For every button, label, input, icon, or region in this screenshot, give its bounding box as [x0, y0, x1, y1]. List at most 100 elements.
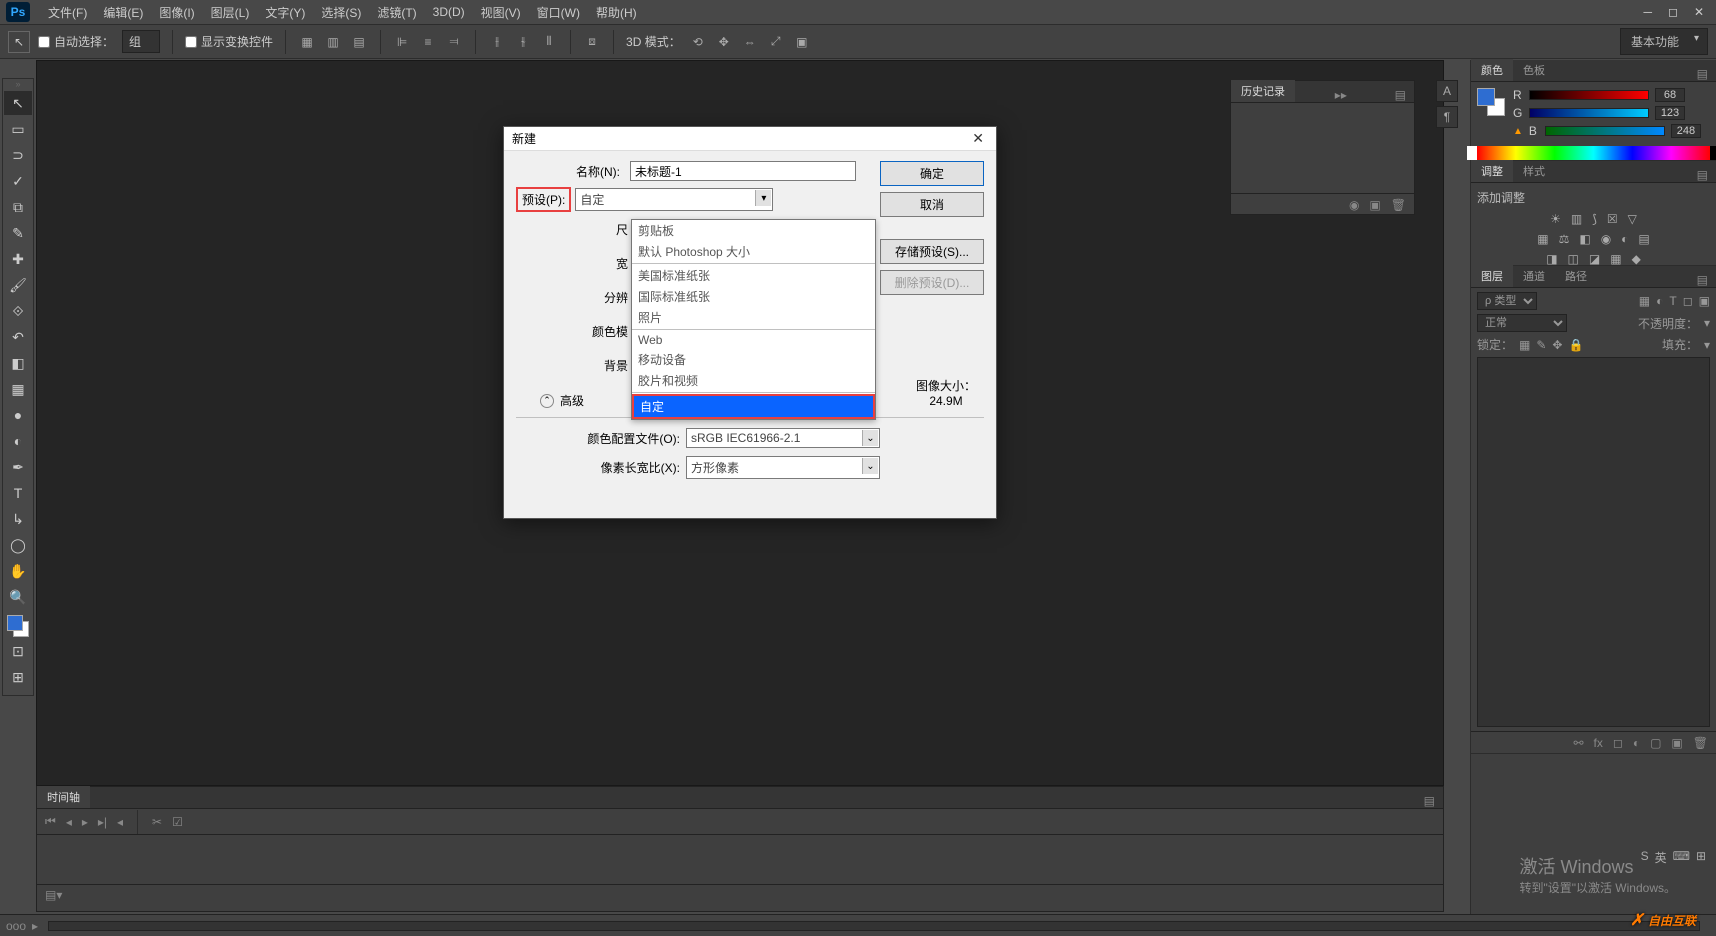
menu-type[interactable]: 文字(Y)	[257, 4, 313, 21]
type-tool[interactable]: T	[4, 481, 32, 505]
heal-tool[interactable]: ✚	[4, 247, 32, 271]
preset-option[interactable]: 移动设备	[632, 349, 875, 370]
align-right-icon[interactable]: ⫤	[445, 33, 463, 51]
last-frame-icon[interactable]: ◂	[117, 815, 123, 829]
color-profile-select[interactable]: sRGB IEC61966-2.1	[686, 428, 880, 448]
foreground-color-swatch[interactable]	[7, 615, 23, 631]
filter-adjust-icon[interactable]: ◐	[1656, 294, 1663, 308]
path-select-tool[interactable]: ↳	[4, 507, 32, 531]
align-left-icon[interactable]: ⊫	[393, 33, 411, 51]
dodge-tool[interactable]: ◐	[4, 429, 32, 453]
preset-option[interactable]: 默认 Photoshop 大小	[632, 241, 875, 262]
tab-styles[interactable]: 样式	[1513, 160, 1555, 182]
camera-3d-icon[interactable]: ▣	[793, 33, 811, 51]
align-icon[interactable]: ▥	[324, 33, 342, 51]
pixel-ratio-select[interactable]: 方形像素	[686, 456, 880, 479]
tab-layers[interactable]: 图层	[1471, 265, 1513, 287]
fill-value[interactable]: ▾	[1704, 338, 1710, 352]
preset-select[interactable]: 自定	[575, 188, 773, 211]
cancel-button[interactable]: 取消	[880, 192, 984, 217]
marquee-tool[interactable]: ▭	[4, 117, 32, 141]
preset-option[interactable]: 美国标准纸张	[632, 265, 875, 286]
distribute-icon[interactable]: ⫳	[514, 33, 532, 51]
preset-option[interactable]: Web	[632, 331, 875, 349]
preset-option[interactable]: 照片	[632, 307, 875, 328]
balance-icon[interactable]: ⚖	[1559, 232, 1570, 246]
menu-3d[interactable]: 3D(D)	[425, 5, 473, 19]
menu-file[interactable]: 文件(F)	[40, 4, 95, 21]
history-brush-tool[interactable]: ↶	[4, 325, 32, 349]
preset-option[interactable]: 胶片和视频	[632, 370, 875, 391]
play-icon[interactable]: ▸	[82, 815, 88, 829]
hue-icon[interactable]: ▦	[1537, 232, 1548, 246]
advanced-toggle-icon[interactable]: ⌃	[540, 394, 554, 408]
brush-tool[interactable]: 🖌	[4, 273, 32, 297]
shape-tool[interactable]: ◯	[4, 533, 32, 557]
filter-type-select[interactable]: ρ 类型	[1477, 292, 1537, 310]
dropdown-arrow-icon[interactable]: ⌄	[862, 430, 878, 446]
tab-channels[interactable]: 通道	[1513, 265, 1555, 287]
selective-color-icon[interactable]: ◆	[1632, 252, 1641, 266]
dropdown-arrow-icon[interactable]: ⌄	[862, 458, 878, 474]
dropdown-arrow-icon[interactable]: ▾	[755, 190, 771, 206]
lasso-tool[interactable]: ⊃	[4, 143, 32, 167]
distribute-icon[interactable]: ⧈	[583, 33, 601, 51]
scrollbar[interactable]	[48, 921, 1700, 931]
auto-select-checkbox[interactable]: 自动选择：	[38, 33, 114, 50]
panel-collapse-icon[interactable]: ▸▸	[1327, 88, 1355, 102]
quick-select-tool[interactable]: ✓	[4, 169, 32, 193]
cut-icon[interactable]: ✂	[152, 815, 162, 829]
pan-3d-icon[interactable]: ✥	[715, 33, 733, 51]
window-restore-icon[interactable]: ◻	[1668, 5, 1678, 19]
zoom-level[interactable]: ooo	[6, 919, 26, 933]
workspace-selector[interactable]: 基本功能	[1620, 28, 1708, 55]
trash-icon[interactable]: 🗑	[1693, 736, 1708, 750]
crop-tool[interactable]: ⧉	[4, 195, 32, 219]
filter-type-icon[interactable]: T	[1669, 294, 1676, 308]
panel-menu-icon[interactable]: ▤	[1416, 794, 1443, 808]
menu-select[interactable]: 选择(S)	[313, 4, 369, 21]
window-minimize-icon[interactable]: ─	[1643, 5, 1652, 19]
distribute-icon[interactable]: ⫴	[540, 33, 558, 51]
panel-menu-icon[interactable]: ▤	[1387, 88, 1414, 102]
next-frame-icon[interactable]: ▸|	[98, 815, 107, 829]
layers-list[interactable]	[1477, 357, 1710, 727]
new-layer-icon[interactable]: ▣	[1671, 736, 1682, 750]
paragraph-dock-icon[interactable]: ¶	[1436, 106, 1458, 128]
quick-mask-icon[interactable]: ⊡	[4, 639, 32, 663]
tab-swatches[interactable]: 色板	[1513, 59, 1555, 81]
posterize-icon[interactable]: ◫	[1568, 252, 1579, 266]
move-3d-icon[interactable]: ⇔	[741, 33, 759, 51]
align-icon[interactable]: ▤	[350, 33, 368, 51]
mask-icon[interactable]: ◻	[1613, 736, 1623, 750]
opacity-value[interactable]: ▾	[1704, 316, 1710, 330]
transition-icon[interactable]: ☑	[172, 815, 183, 829]
menu-help[interactable]: 帮助(H)	[588, 4, 645, 21]
tab-adjustments[interactable]: 调整	[1471, 160, 1513, 182]
stamp-tool[interactable]: ⟐	[4, 299, 32, 323]
filter-shape-icon[interactable]: ◻	[1683, 294, 1693, 308]
filter-pixel-icon[interactable]: ▦	[1639, 294, 1650, 308]
lookup-icon[interactable]: ▤	[1638, 232, 1649, 246]
scale-3d-icon[interactable]: ⤢	[767, 33, 785, 51]
menu-window[interactable]: 窗口(W)	[529, 4, 588, 21]
new-group-icon[interactable]: ▢	[1650, 736, 1661, 750]
new-snapshot-icon[interactable]: ◉	[1349, 198, 1359, 212]
move-tool[interactable]: ↖	[4, 91, 32, 115]
camera-icon[interactable]: ▣	[1369, 198, 1380, 212]
bw-icon[interactable]: ◧	[1579, 232, 1590, 246]
preset-option[interactable]: 剪贴板	[632, 220, 875, 241]
menu-layer[interactable]: 图层(L)	[203, 4, 258, 21]
timeline-menu-icon[interactable]: ▤▾	[45, 888, 62, 902]
panel-menu-icon[interactable]: ▤	[1689, 273, 1716, 287]
blur-tool[interactable]: ●	[4, 403, 32, 427]
panel-menu-icon[interactable]: ▤	[1689, 67, 1716, 81]
hand-tool[interactable]: ✋	[4, 559, 32, 583]
photo-filter-icon[interactable]: ◉	[1601, 232, 1611, 246]
blend-mode-select[interactable]: 正常	[1477, 314, 1567, 332]
panel-menu-icon[interactable]: ▤	[1689, 168, 1716, 182]
fg-swatch[interactable]	[1477, 88, 1495, 106]
tab-paths[interactable]: 路径	[1555, 265, 1597, 287]
b-value[interactable]: 248	[1671, 124, 1701, 138]
color-swatch[interactable]	[7, 615, 29, 637]
